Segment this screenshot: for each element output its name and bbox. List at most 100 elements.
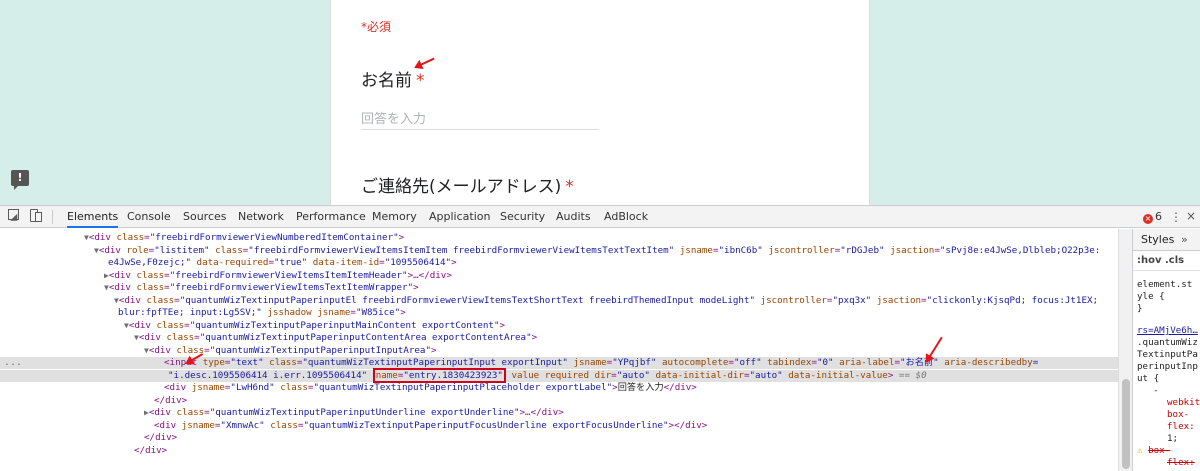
inspect-element-icon[interactable]	[8, 209, 22, 225]
attr-value: "quantumWizTextinputPaperinputFocusUnder…	[303, 419, 669, 431]
tab-security[interactable]: Security	[500, 206, 545, 228]
style-property: box-	[1167, 409, 1190, 420]
attr-value: "quantumWizTextinputPaperinputEl freebir…	[179, 294, 755, 306]
tab-styles[interactable]: Styles	[1141, 233, 1174, 246]
tab-adblock[interactable]: AdBlock	[604, 206, 648, 228]
attr-name: class	[136, 282, 165, 293]
attr-name: value	[511, 369, 540, 381]
styles-tab-header: Styles »	[1133, 229, 1200, 251]
page-viewport: ! *必須 お名前 * 回答を入力 ご連絡先(メールアドレス) *	[0, 0, 1200, 205]
dom-node[interactable]: ▼<div role="listitem" class="freebirdFor…	[0, 245, 1118, 257]
tab-performance[interactable]: Performance	[296, 206, 366, 228]
dom-close-tag: </div>	[0, 445, 1118, 457]
dom-node[interactable]: ▼<div class="quantumWizTextinputPaperinp…	[0, 320, 1118, 332]
dom-tree[interactable]: ▼<div class="freebirdFormviewerViewNumbe…	[0, 229, 1118, 471]
question-title-text: ご連絡先(メールアドレス)	[361, 177, 562, 197]
attr-value: "ibnC6b"	[718, 244, 763, 256]
attr-name: class	[270, 419, 298, 431]
dom-node[interactable]: <div jsname="XmnwAc" class="quantumWizTe…	[0, 420, 1118, 432]
attr-value: "pxq3x"	[832, 294, 872, 306]
attr-value: "YPqjbf"	[612, 357, 657, 368]
dom-node[interactable]: ▼<div class="freebirdFormviewerViewItems…	[0, 282, 1118, 294]
tag: </div>	[134, 444, 168, 456]
styles-filter[interactable]: :hov .cls	[1133, 251, 1200, 271]
tab-console[interactable]: Console	[127, 206, 171, 228]
style-selector: perinputInp	[1137, 361, 1198, 372]
dom-node-selected-continuation[interactable]: "i.desc.1095506414 i.err.1095506414" nam…	[0, 367, 1118, 383]
tag: <div	[138, 332, 167, 343]
feedback-icon[interactable]: !	[11, 170, 29, 190]
attr-name: jsaction	[890, 244, 935, 256]
attr-value: "sPvj8e:e4JwSe,Dlbleb;O22p3e:	[939, 244, 1101, 256]
tag: <div	[98, 244, 127, 256]
dom-node[interactable]: ▼<div class="freebirdFormviewerViewNumbe…	[0, 232, 1118, 244]
style-source-link[interactable]: rs=AMjVe6h…	[1137, 325, 1198, 337]
attr-name: class	[116, 232, 145, 243]
attr-name: jscontroller	[768, 244, 835, 256]
console-ref: $0	[915, 369, 927, 381]
attr-name: aria-describedby	[944, 357, 1033, 368]
scrollbar-thumb[interactable]	[1122, 379, 1130, 469]
attr-value: "auto"	[616, 369, 650, 381]
name-answer-input[interactable]: 回答を入力	[361, 108, 599, 130]
style-property-overridden: box-	[1148, 445, 1171, 456]
tag: </div>	[674, 419, 708, 431]
attr-value: "true"	[274, 257, 308, 268]
tag: <div	[154, 419, 182, 431]
attr-name: role	[126, 244, 149, 256]
tag: <div	[88, 232, 117, 243]
attr-name: jsname	[181, 419, 215, 431]
style-value: 1;	[1167, 433, 1179, 444]
tag: </div>	[663, 382, 697, 393]
style-text: -	[1153, 385, 1159, 396]
attr-value: "quantumWizTextinputPaperinputPlaceholde…	[313, 382, 613, 393]
attr-value: e4JwSe,F0zejc;"	[108, 257, 191, 268]
ellipsis-icon[interactable]: ...	[4, 357, 22, 369]
form-card: *必須 お名前 * 回答を入力 ご連絡先(メールアドレス) *	[330, 0, 870, 205]
attr-name: aria-label	[839, 357, 895, 368]
dom-tree-scrollbar[interactable]	[1118, 229, 1132, 471]
toolbar-divider	[52, 210, 53, 224]
style-rule-text: yle {	[1137, 291, 1165, 302]
dom-node[interactable]: ▼<div class="quantumWizTextinputPaperinp…	[0, 332, 1118, 344]
tab-audits[interactable]: Audits	[556, 206, 591, 228]
attr-name: required	[544, 369, 589, 381]
attr-name: jsname	[573, 357, 607, 368]
attr-value: "i.desc.1095506414 i.err.1095506414"	[168, 369, 368, 381]
question-title-text: お名前	[361, 71, 412, 91]
attr-value: blur:fpfTEe; input:Lg5SV;"	[118, 307, 262, 318]
tag: </div>	[154, 394, 188, 406]
attr-value: "quantumWizTextinputPaperinputInputArea"	[209, 344, 431, 356]
attr-name: data-initial-value	[788, 369, 888, 381]
attr-name: class	[136, 269, 165, 281]
tab-application[interactable]: Application	[429, 206, 490, 228]
tag: <div	[128, 319, 157, 331]
close-devtools-icon[interactable]: ×	[1186, 209, 1196, 223]
dom-node[interactable]: ▶<div class="freebirdFormviewerViewItems…	[0, 270, 1118, 282]
dom-node[interactable]: ▼<div class="quantumWizTextinputPaperinp…	[0, 345, 1118, 357]
style-rule-text: }	[1137, 303, 1143, 314]
dom-node[interactable]: ▼<div class="quantumWizTextinputPaperinp…	[0, 295, 1118, 307]
tab-elements[interactable]: Elements	[67, 206, 119, 228]
dom-node-continuation: e4JwSe,F0zejc;" data-required="true" dat…	[108, 257, 457, 268]
styles-pane: Styles » :hov .cls element.st yle { } rs=…	[1132, 229, 1200, 471]
chevron-right-icon[interactable]: »	[1181, 229, 1188, 251]
tab-sources[interactable]: Sources	[183, 206, 227, 228]
tag: >	[413, 282, 419, 293]
dom-node-selected[interactable]: ... <input type="text" class="quantumWizT…	[0, 357, 1118, 370]
device-toolbar-icon[interactable]	[28, 209, 42, 223]
style-rule-text: element.st	[1137, 279, 1193, 290]
required-star: *	[565, 177, 574, 197]
tag: >	[430, 344, 437, 356]
more-options-icon[interactable]: ⋮	[1170, 210, 1182, 224]
attr-value: "freebirdFormviewerViewItemsTextItemWrap…	[169, 282, 414, 293]
tag: >	[400, 307, 406, 318]
dom-node[interactable]: <div jsname="LwH6nd" class="quantumWizTe…	[0, 382, 1118, 394]
attr-name: jsname	[679, 244, 713, 256]
error-counter[interactable]: × 6	[1143, 210, 1162, 224]
attr-name: jscontroller	[760, 294, 827, 306]
tag: <div	[108, 282, 137, 293]
dom-node[interactable]: ▶<div class="quantumWizTextinputPaperinp…	[0, 407, 1118, 419]
tab-memory[interactable]: Memory	[372, 206, 417, 228]
tab-network[interactable]: Network	[238, 206, 284, 228]
